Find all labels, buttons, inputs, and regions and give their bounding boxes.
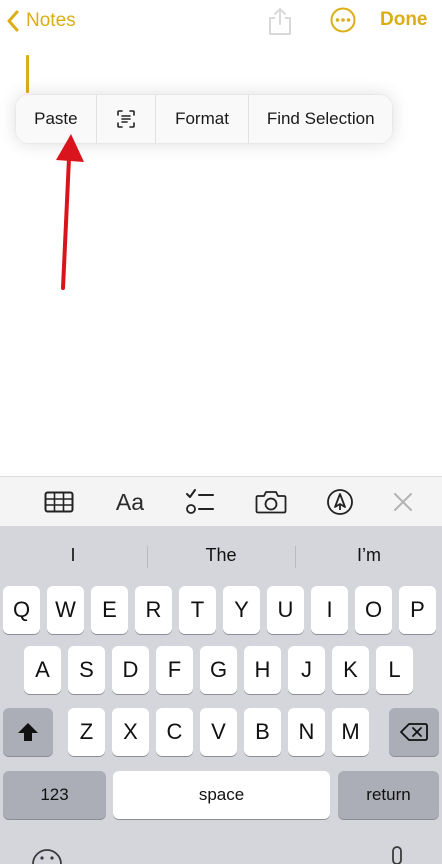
key-w[interactable]: W bbox=[47, 586, 84, 634]
find-selection-button[interactable]: Find Selection bbox=[249, 95, 392, 143]
key-p[interactable]: P bbox=[399, 586, 436, 634]
key-d[interactable]: D bbox=[112, 646, 149, 694]
key-s[interactable]: S bbox=[68, 646, 105, 694]
annotation-arrow bbox=[56, 134, 84, 290]
more-icon[interactable] bbox=[330, 7, 356, 33]
scan-text-button[interactable] bbox=[97, 95, 155, 143]
back-label: Notes bbox=[26, 10, 76, 31]
key-k[interactable]: K bbox=[332, 646, 369, 694]
done-button[interactable]: Done bbox=[380, 9, 428, 31]
key-g[interactable]: G bbox=[200, 646, 237, 694]
delete-icon bbox=[400, 723, 428, 741]
key-q[interactable]: Q bbox=[3, 586, 40, 634]
key-b[interactable]: B bbox=[244, 708, 281, 756]
table-button[interactable] bbox=[42, 485, 76, 519]
share-icon[interactable] bbox=[266, 6, 294, 36]
camera-button[interactable] bbox=[254, 485, 288, 519]
key-v[interactable]: V bbox=[200, 708, 237, 756]
back-button[interactable]: Notes bbox=[6, 8, 76, 34]
key-e[interactable]: E bbox=[91, 586, 128, 634]
key-f[interactable]: F bbox=[156, 646, 193, 694]
delete-key[interactable] bbox=[389, 708, 439, 756]
close-icon bbox=[394, 493, 412, 511]
navigation-bar: Notes Done bbox=[0, 0, 442, 44]
text-style-button[interactable]: Aa bbox=[112, 485, 148, 519]
key-z[interactable]: Z bbox=[68, 708, 105, 756]
key-o[interactable]: O bbox=[355, 586, 392, 634]
prediction-2[interactable]: The bbox=[148, 538, 294, 572]
key-y[interactable]: Y bbox=[223, 586, 260, 634]
key-m[interactable]: M bbox=[332, 708, 369, 756]
close-toolbar-button[interactable] bbox=[390, 485, 416, 519]
prediction-1[interactable]: I bbox=[0, 538, 146, 572]
markup-icon bbox=[327, 489, 353, 515]
key-u[interactable]: U bbox=[267, 586, 304, 634]
camera-icon bbox=[255, 491, 287, 514]
numbers-key[interactable]: 123 bbox=[3, 771, 106, 819]
key-h[interactable]: H bbox=[244, 646, 281, 694]
keyboard: I The I’m Q W E R T Y U I O P A S D F G … bbox=[0, 526, 442, 864]
formatting-toolbar: Aa bbox=[0, 476, 442, 526]
predictive-bar: I The I’m bbox=[0, 538, 442, 572]
emoji-icon[interactable] bbox=[30, 848, 64, 864]
checklist-button[interactable] bbox=[184, 485, 216, 519]
shift-icon bbox=[18, 723, 38, 741]
shift-key[interactable] bbox=[3, 708, 53, 756]
key-c[interactable]: C bbox=[156, 708, 193, 756]
dictation-icon[interactable] bbox=[388, 846, 406, 864]
key-n[interactable]: N bbox=[288, 708, 325, 756]
table-icon bbox=[44, 491, 74, 513]
format-button[interactable]: Format bbox=[156, 95, 249, 143]
checklist-icon bbox=[186, 489, 214, 514]
key-i[interactable]: I bbox=[311, 586, 348, 634]
text-cursor bbox=[26, 55, 29, 93]
markup-button[interactable] bbox=[324, 485, 356, 519]
space-key[interactable]: space bbox=[113, 771, 330, 819]
prediction-3[interactable]: I’m bbox=[296, 538, 442, 572]
chevron-left-icon bbox=[7, 10, 19, 32]
key-a[interactable]: A bbox=[24, 646, 61, 694]
key-r[interactable]: R bbox=[135, 586, 172, 634]
return-key[interactable]: return bbox=[338, 771, 439, 819]
key-x[interactable]: X bbox=[112, 708, 149, 756]
text-scan-icon bbox=[116, 110, 135, 128]
key-t[interactable]: T bbox=[179, 586, 216, 634]
key-j[interactable]: J bbox=[288, 646, 325, 694]
key-l[interactable]: L bbox=[376, 646, 413, 694]
